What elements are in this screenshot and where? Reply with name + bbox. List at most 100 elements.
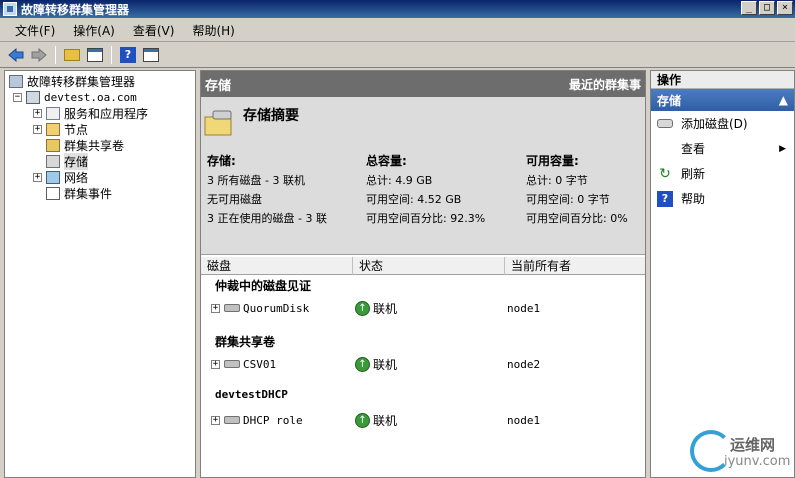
- tree-cluster[interactable]: − devtest.oa.com: [13, 89, 137, 105]
- recent-cluster-events-link[interactable]: 最近的群集事: [569, 76, 641, 93]
- window-title: 故障转移群集管理器: [21, 2, 130, 17]
- menu-view[interactable]: 查看(V): [124, 22, 184, 39]
- show-hide-tree-button[interactable]: [85, 45, 105, 65]
- results-header: 存储 最近的群集事: [201, 71, 645, 97]
- group-header: devtestDHCP: [215, 388, 288, 401]
- results-pane: 存储 最近的群集事 存储摘要 存储: 3 所有磁盘 - 3 联机 无可用磁盘 3…: [200, 70, 646, 478]
- maximize-button[interactable]: □: [759, 1, 775, 15]
- disk-grid-header: 磁盘 状态 当前所有者: [201, 257, 645, 275]
- disk-status-cell: ↑ 联机: [355, 356, 397, 373]
- disk-row[interactable]: + CSV01 ↑ 联机 node2: [201, 355, 645, 373]
- menu-file[interactable]: 文件(F): [6, 22, 64, 39]
- tree-item-services[interactable]: + 服务和应用程序: [33, 105, 148, 121]
- help-icon: ?: [120, 47, 136, 63]
- storage-line: 3 所有磁盘 - 3 联机: [207, 174, 305, 187]
- disk-status: 联机: [373, 357, 398, 372]
- action-label: 查看: [681, 142, 706, 156]
- tree-root-label: 故障转移群集管理器: [27, 74, 136, 89]
- tree-item-csv[interactable]: 群集共享卷: [46, 137, 124, 153]
- storage-column: 存储: 3 所有磁盘 - 3 联机 无可用磁盘 3 正在使用的磁盘 - 3 联: [207, 152, 327, 228]
- actions-pane: 操作 存储 ▲ 添加磁盘(D) 查看 ▶ ↻ 刷新 ? 帮助: [650, 70, 795, 478]
- available-capacity-column: 可用容量: 总计: 0 字节 可用空间: 0 字节 可用空间百分比: 0%: [526, 152, 628, 228]
- tree-item-label: 存储: [64, 152, 89, 170]
- storage-heading: 存储:: [207, 154, 236, 168]
- close-button[interactable]: ×: [777, 1, 793, 15]
- group-header: 仲裁中的磁盘见证: [215, 279, 312, 293]
- tree-item-events[interactable]: 群集事件: [46, 185, 112, 201]
- storage-summary-icon: [204, 110, 232, 136]
- action-pane-icon: [143, 48, 159, 62]
- cluster-manager-icon: [9, 74, 23, 88]
- nodes-icon: [46, 122, 60, 136]
- online-status-icon: ↑: [355, 356, 370, 372]
- toolbar-separator: [111, 46, 112, 64]
- expand-toggle[interactable]: +: [211, 303, 220, 313]
- tree-item-label: 节点: [64, 122, 89, 137]
- up-level-button[interactable]: [62, 45, 82, 65]
- tree-item-label: 网络: [64, 170, 89, 185]
- column-header-disk[interactable]: 磁盘: [201, 257, 353, 275]
- help-action[interactable]: ? 帮助: [651, 186, 794, 211]
- disk-row[interactable]: + QuorumDisk ↑ 联机 node1: [201, 299, 645, 317]
- column-header-owner[interactable]: 当前所有者: [505, 257, 645, 275]
- collapse-toggle[interactable]: −: [13, 92, 22, 102]
- back-button[interactable]: [6, 45, 26, 65]
- action-label: 添加磁盘(D): [681, 117, 748, 131]
- disk-status-cell: ↑ 联机: [355, 300, 397, 317]
- title-bar: 故障转移群集管理器 _ □ ×: [0, 0, 795, 18]
- forward-button[interactable]: [29, 45, 49, 65]
- help-button[interactable]: ?: [118, 45, 138, 65]
- column-header-status[interactable]: 状态: [353, 257, 505, 275]
- disk-name-cell: + CSV01: [211, 358, 276, 371]
- expand-toggle[interactable]: +: [33, 172, 42, 182]
- app-window: 故障转移群集管理器 _ □ × 文件(F) 操作(A) 查看(V) 帮助(H) …: [0, 0, 795, 478]
- expand-toggle[interactable]: +: [33, 124, 42, 134]
- total-capacity-column: 总容量: 总计: 4.9 GB 可用空间: 4.52 GB 可用空间百分比: 9…: [366, 152, 485, 228]
- online-status-icon: ↑: [355, 300, 370, 316]
- menu-bar: 文件(F) 操作(A) 查看(V) 帮助(H): [0, 19, 795, 42]
- total-capacity-heading: 总容量:: [366, 154, 407, 168]
- view-action[interactable]: 查看 ▶: [651, 136, 794, 161]
- collapse-section-icon[interactable]: ▲: [779, 93, 788, 107]
- disk-name-cell: + QuorumDisk: [211, 302, 309, 315]
- available-capacity-line: 可用空间: 0 字节: [526, 193, 610, 206]
- storage-line: 无可用磁盘: [207, 193, 262, 206]
- expand-toggle[interactable]: +: [211, 359, 220, 369]
- tree-item-nodes[interactable]: + 节点: [33, 121, 88, 137]
- services-icon: [46, 106, 60, 120]
- watermark: 运维网 iyunv.com: [690, 430, 790, 474]
- disk-name-cell: + DHCP role: [211, 414, 303, 427]
- csv-disk-icon: [224, 360, 240, 368]
- disk-row[interactable]: + DHCP role ↑ 联机 node1: [201, 411, 645, 429]
- disk-name: QuorumDisk: [243, 301, 310, 315]
- tree-item-network[interactable]: + 网络: [33, 169, 88, 185]
- cluster-manager-icon: [3, 2, 17, 16]
- actions-section-label: 存储: [657, 93, 682, 108]
- network-icon: [46, 170, 60, 184]
- menu-action[interactable]: 操作(A): [64, 22, 124, 39]
- back-arrow-icon: [8, 48, 24, 62]
- refresh-action[interactable]: ↻ 刷新: [651, 161, 794, 186]
- disk-name: CSV01: [243, 357, 277, 371]
- total-capacity-line: 可用空间百分比: 92.3%: [366, 212, 486, 225]
- actions-section-storage[interactable]: 存储 ▲: [651, 89, 794, 111]
- add-disk-action[interactable]: 添加磁盘(D): [651, 111, 794, 136]
- tree-item-label: 群集事件: [64, 186, 113, 201]
- add-disk-icon: [657, 119, 673, 128]
- disk-owner: node2: [507, 357, 541, 371]
- tree-item-storage[interactable]: 存储: [46, 152, 89, 170]
- csv-icon: [46, 138, 60, 152]
- toolbar: ?: [0, 43, 795, 68]
- tree-root[interactable]: 故障转移群集管理器: [9, 73, 135, 89]
- events-icon: [46, 186, 60, 200]
- expand-toggle[interactable]: +: [211, 415, 220, 425]
- expand-toggle[interactable]: +: [33, 108, 42, 118]
- total-capacity-line: 总计: 4.9 GB: [366, 174, 433, 187]
- minimize-button[interactable]: _: [741, 1, 757, 15]
- menu-help[interactable]: 帮助(H): [183, 22, 243, 39]
- summary-title: 存储摘要: [243, 108, 299, 124]
- show-hide-action-pane-button[interactable]: [141, 45, 161, 65]
- disk-status-cell: ↑ 联机: [355, 412, 397, 429]
- actions-header: 操作: [651, 71, 794, 89]
- available-capacity-line: 可用空间百分比: 0%: [526, 212, 628, 225]
